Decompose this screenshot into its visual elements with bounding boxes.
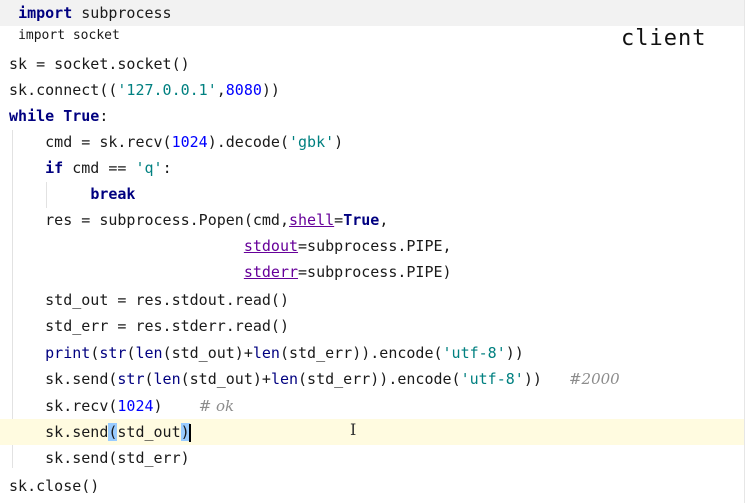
code-line[interactable]: if cmd == 'q': [0, 155, 744, 181]
string-token: 'utf-8' [442, 344, 506, 362]
mouse-ibeam-cursor-icon: I [350, 420, 357, 439]
builtin-token: str [99, 344, 127, 362]
number-token: 1024 [117, 397, 154, 415]
client-annotation-label: client [621, 26, 707, 51]
code-editor[interactable]: import subprocess import socket sk = soc… [0, 0, 755, 503]
builtin-token: len [153, 370, 181, 388]
code-text: (std_err)).encode( [279, 344, 443, 362]
code-text: sk = socket.socket() [9, 55, 190, 73]
builtin-token: str [117, 370, 145, 388]
code-text: , [216, 81, 226, 99]
code-line[interactable]: sk.send(std_err) [0, 445, 744, 471]
code-text: : [99, 107, 109, 125]
code-text: cmd = sk.recv( [45, 133, 172, 151]
code-line[interactable]: sk.send(str(len(std_out)+len(std_err)).e… [0, 366, 744, 392]
code-line[interactable]: stderr=subprocess.PIPE) [0, 259, 744, 285]
code-text: ( [144, 370, 154, 388]
text-caret [188, 423, 191, 442]
right-margin-guide [744, 0, 745, 503]
code-text: =subprocess.PIPE, [298, 237, 452, 255]
code-text: sk.send [45, 423, 109, 441]
code-text: =subprocess.PIPE) [298, 263, 452, 281]
code-line-current[interactable]: sk.send(std_out) [0, 419, 744, 445]
number-token: 1024 [171, 133, 208, 151]
builtin-token: len [135, 344, 163, 362]
code-text: sk.send( [45, 370, 118, 388]
code-text: )) [523, 370, 542, 388]
code-text: res = subprocess.Popen(cmd, [45, 211, 289, 229]
code-text: (std_out)+ [162, 344, 253, 362]
string-token: 'gbk' [289, 133, 335, 151]
keyword-token: True [343, 211, 380, 229]
code-text: ( [90, 344, 100, 362]
keyword-token: while [9, 107, 55, 125]
code-text: std_out [117, 423, 181, 441]
string-token: '127.0.0.1' [117, 81, 217, 99]
builtin-token: len [252, 344, 280, 362]
code-text: std_out = res.stdout.read() [45, 291, 289, 309]
code-line[interactable]: while True: [0, 103, 744, 129]
builtin-token: print [45, 344, 91, 362]
code-text: sk.close() [9, 477, 100, 495]
code-line[interactable]: std_out = res.stdout.read() [0, 287, 744, 313]
code-line[interactable]: stdout=subprocess.PIPE, [0, 233, 744, 259]
code-line[interactable]: sk = socket.socket() [0, 51, 744, 77]
keyword-token: import [18, 4, 73, 22]
string-token: 'utf-8' [460, 370, 524, 388]
param-token: stderr [243, 263, 299, 281]
code-text: ) [334, 133, 344, 151]
comment-token: #2000 [568, 370, 620, 388]
string-token: 'q' [135, 159, 163, 177]
code-text: sk.send(std_err) [45, 449, 190, 467]
code-line[interactable]: print(str(len(std_out)+len(std_err)).enc… [0, 340, 744, 366]
code-text: sk.recv( [45, 397, 118, 415]
code-text: (std_out)+ [180, 370, 271, 388]
keyword-token: True [63, 107, 100, 125]
param-token: shell [289, 211, 335, 229]
code-line[interactable]: sk.close() [0, 473, 744, 499]
code-line[interactable]: sk.recv(1024) # ok [0, 393, 744, 419]
code-line[interactable]: res = subprocess.Popen(cmd,shell=True, [0, 207, 744, 233]
code-text: sk.connect(( [9, 81, 118, 99]
builtin-token: len [270, 370, 299, 388]
code-text: = [334, 211, 344, 229]
keyword-token: break [90, 185, 136, 203]
code-text: ) [153, 397, 163, 415]
param-token: stdout [243, 237, 299, 255]
code-text: import socket [18, 28, 120, 43]
keyword-token: if [45, 159, 64, 177]
code-text: std_err = res.stderr.read() [45, 317, 289, 335]
code-text: )) [261, 81, 280, 99]
code-text: cmd == [63, 159, 136, 177]
code-text: : [162, 159, 172, 177]
code-text: subprocess [72, 4, 172, 22]
code-text: )) [505, 344, 524, 362]
code-text: , [379, 211, 389, 229]
comment-token: # ok [198, 397, 235, 415]
code-text: ).decode( [207, 133, 289, 151]
number-token: 8080 [225, 81, 262, 99]
code-line[interactable]: break [0, 181, 744, 207]
code-line[interactable]: sk.connect(('127.0.0.1',8080)) [0, 77, 744, 103]
code-text: (std_err)).encode( [298, 370, 461, 388]
code-line[interactable]: cmd = sk.recv(1024).decode('gbk') [0, 129, 744, 155]
code-line[interactable]: std_err = res.stderr.read() [0, 313, 744, 339]
